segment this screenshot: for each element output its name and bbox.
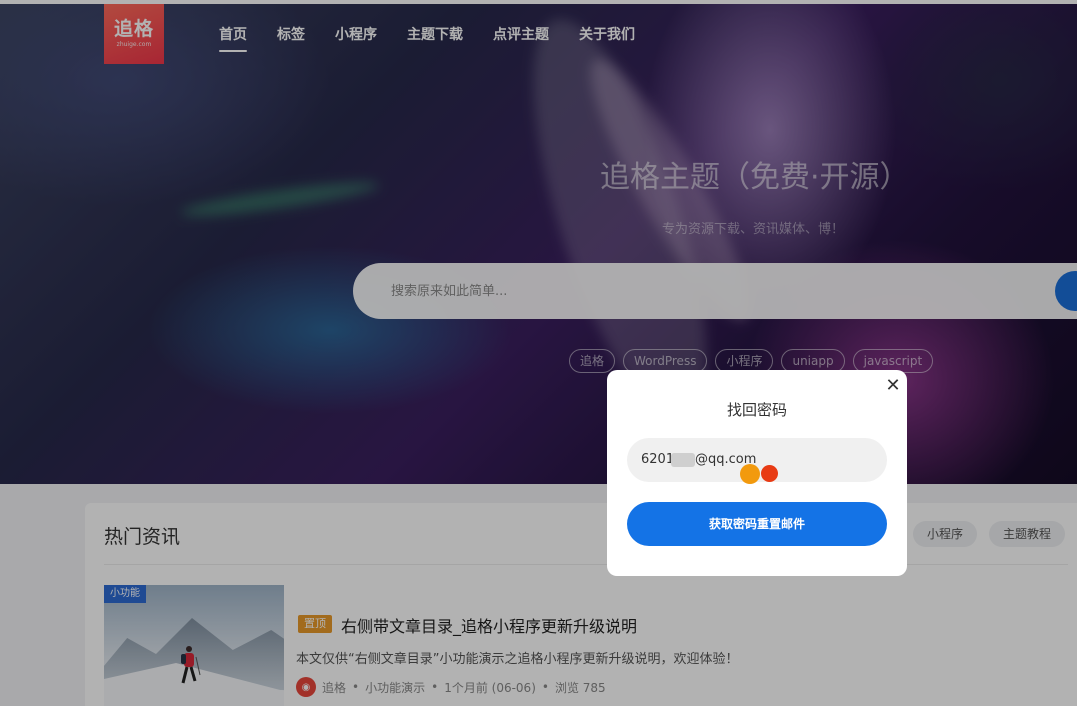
email-redaction (671, 453, 695, 467)
modal-overlay[interactable] (0, 0, 1077, 706)
cursor-dot-orange (740, 464, 760, 484)
reset-password-dialog: ✕ 找回密码 6201 @qq.com 获取密码重置邮件 (607, 370, 907, 576)
dialog-title: 找回密码 (726, 401, 787, 419)
send-reset-email-button[interactable]: 获取密码重置邮件 (627, 502, 887, 546)
email-prefix: 6201 (641, 452, 675, 467)
cursor-dot-red (761, 465, 778, 482)
close-icon[interactable]: ✕ (884, 375, 902, 396)
